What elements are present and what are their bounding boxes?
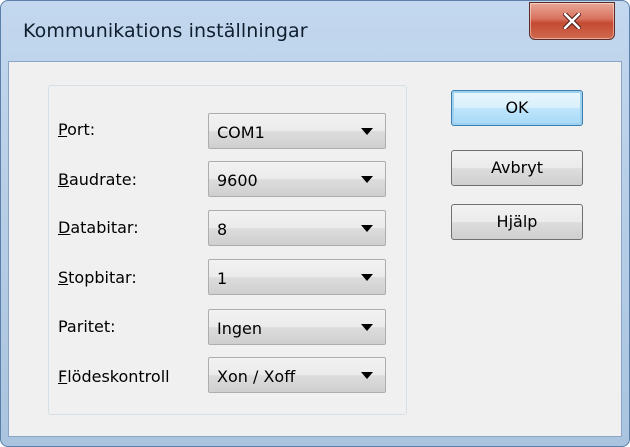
- title-bar[interactable]: Kommunikations inställningar: [1, 1, 629, 61]
- flowcontrol-combobox[interactable]: Xon / Xoff: [208, 357, 386, 393]
- baudrate-combobox[interactable]: 9600: [208, 161, 386, 197]
- chevron-down-icon: [361, 225, 373, 232]
- stopbits-label: Stopbitar:: [58, 268, 137, 287]
- parity-value: Ingen: [217, 319, 262, 338]
- cancel-button[interactable]: Avbryt: [451, 150, 583, 186]
- stopbits-combobox[interactable]: 1: [208, 259, 386, 295]
- help-button[interactable]: Hjälp: [451, 204, 583, 240]
- ok-button[interactable]: OK: [451, 90, 583, 126]
- close-button[interactable]: [529, 2, 615, 40]
- chevron-down-icon: [361, 176, 373, 183]
- chevron-down-icon: [361, 274, 373, 281]
- port-label: Port:: [58, 120, 96, 139]
- window-title: Kommunikations inställningar: [23, 20, 308, 42]
- baudrate-label: Baudrate:: [58, 170, 137, 189]
- chevron-down-icon: [361, 372, 373, 379]
- baudrate-value: 9600: [217, 171, 258, 190]
- dialog-client-area: Port: COM1 Baudrate: 9600 Databitar: 8 S…: [8, 61, 622, 437]
- dialog-window: Kommunikations inställningar Port: COM1 …: [0, 0, 630, 447]
- stopbits-value: 1: [217, 269, 228, 288]
- port-combobox[interactable]: COM1: [208, 113, 386, 149]
- port-value: COM1: [217, 123, 265, 142]
- close-icon: [563, 13, 581, 29]
- chevron-down-icon: [361, 128, 373, 135]
- parity-combobox[interactable]: Ingen: [208, 309, 386, 345]
- flowcontrol-value: Xon / Xoff: [217, 367, 296, 386]
- parity-label: Paritet:: [58, 317, 116, 336]
- databits-label: Databitar:: [58, 218, 139, 237]
- databits-combobox[interactable]: 8: [208, 210, 386, 246]
- databits-value: 8: [217, 220, 228, 239]
- chevron-down-icon: [361, 324, 373, 331]
- flowcontrol-label: Flödeskontroll: [58, 367, 170, 386]
